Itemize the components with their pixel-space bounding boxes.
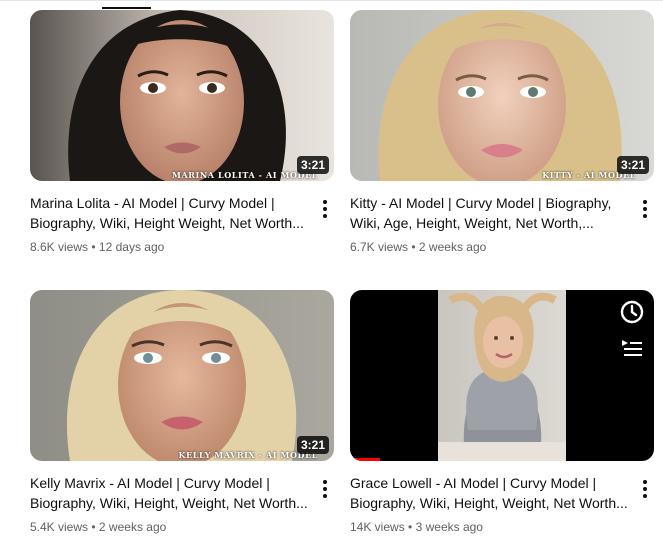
thumbnail-image (350, 10, 654, 181)
video-metadata: 5.4K views • 2 weeks ago (30, 520, 166, 534)
active-tab-indicator (102, 7, 151, 9)
video-metadata: 8.6K views • 12 days ago (30, 240, 164, 254)
video-thumbnail[interactable]: MARINA LOLITA - AI MODEL 3:21 (30, 10, 334, 181)
video-title[interactable]: Marina Lolita - AI Model | Curvy Model |… (30, 193, 310, 233)
upload-age: 2 weeks ago (418, 240, 487, 254)
upload-age: 3 weeks ago (415, 520, 483, 534)
duration-badge: 3:21 (296, 436, 329, 454)
video-card[interactable]: MARINA LOLITA - AI MODEL 3:21 Marina Lol… (30, 10, 335, 254)
video-card[interactable]: Grace Lowell - AI Model | Curvy Model | … (350, 290, 655, 534)
video-title[interactable]: Kelly Mavrix - AI Model | Curvy Model | … (30, 473, 310, 513)
clock-icon[interactable] (618, 298, 646, 326)
thumbnail-overlay-text: MARINA LOLITA - AI MODEL (172, 170, 318, 180)
view-count: 14K views (350, 520, 405, 534)
top-divider (0, 0, 663, 1)
thumbnail-image (30, 10, 334, 181)
thumbnail-image (350, 290, 654, 461)
video-metadata: 6.7K views • 2 weeks ago (350, 240, 486, 254)
video-metadata: 14K views • 3 weeks ago (350, 520, 483, 534)
hover-actions (618, 298, 646, 362)
more-options-button[interactable] (636, 478, 654, 500)
meta-separator: • (411, 240, 416, 254)
view-count: 5.4K views (30, 520, 89, 534)
video-thumbnail[interactable] (350, 290, 654, 461)
video-thumbnail[interactable]: KELLY MAVRIX - AI MODEL 3:21 (30, 290, 334, 461)
more-options-button[interactable] (316, 478, 334, 500)
view-count: 6.7K views (350, 240, 409, 254)
video-thumbnail[interactable]: KITTY - AI MODEL 3:21 (350, 10, 654, 181)
duration-badge: 3:21 (296, 156, 329, 174)
duration-badge: 3:21 (616, 156, 649, 174)
video-title[interactable]: Grace Lowell - AI Model | Curvy Model | … (350, 473, 630, 513)
more-options-button[interactable] (636, 198, 654, 220)
meta-separator: • (91, 240, 96, 254)
thumbnail-image (30, 290, 334, 461)
view-count: 8.6K views (30, 240, 89, 254)
video-card[interactable]: KELLY MAVRIX - AI MODEL 3:21 Kelly Mavri… (30, 290, 335, 534)
meta-separator: • (91, 520, 96, 534)
upload-age: 12 days ago (98, 240, 165, 254)
more-options-button[interactable] (316, 198, 334, 220)
video-card[interactable]: KITTY - AI MODEL 3:21 Kitty - AI Model |… (350, 10, 655, 254)
watch-progress-bar (350, 458, 380, 461)
add-to-queue-icon[interactable] (618, 334, 646, 362)
meta-separator: • (408, 520, 413, 534)
upload-age: 2 weeks ago (98, 520, 167, 534)
video-title[interactable]: Kitty - AI Model | Curvy Model | Biograp… (350, 193, 630, 233)
